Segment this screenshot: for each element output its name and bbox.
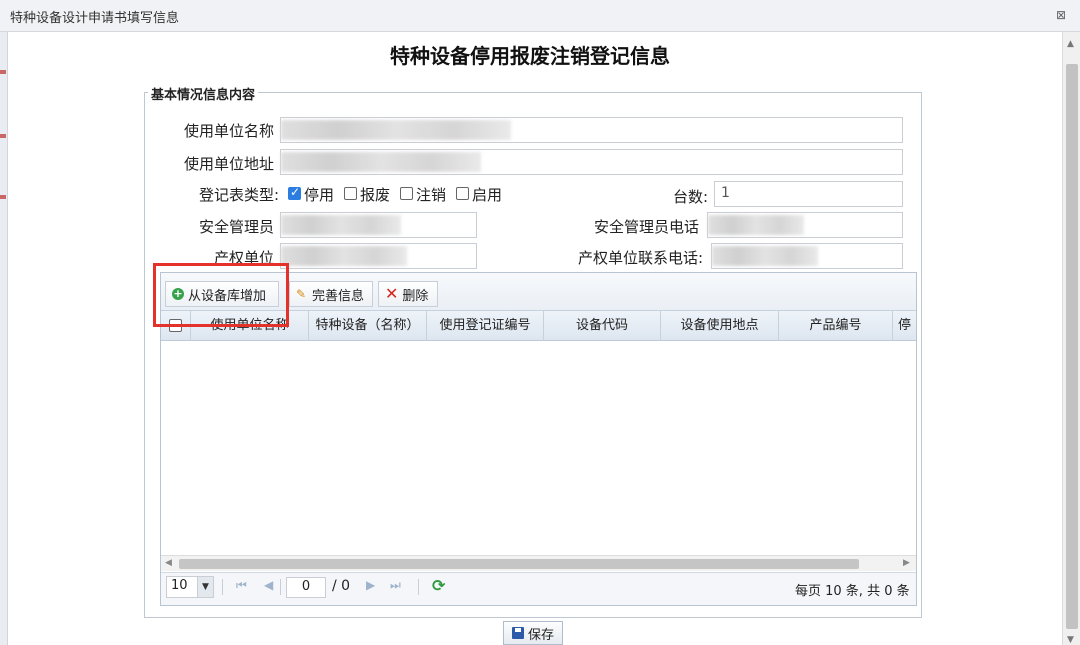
total-pages: / 0 xyxy=(332,578,351,594)
next-page-icon[interactable]: ▶ xyxy=(366,578,375,592)
unit-name-label: 使用单位名称 xyxy=(184,122,275,140)
reg-type-label: 登记表类型: xyxy=(199,186,280,204)
complete-info-button[interactable]: ✎ 完善信息 xyxy=(289,281,373,307)
reg-type-checkbox-2[interactable] xyxy=(400,187,413,200)
vertical-scrollbar-thumb[interactable] xyxy=(1066,64,1078,629)
property-unit-phone-input[interactable] xyxy=(711,243,903,269)
strip-marker xyxy=(0,195,6,199)
delete-label: 删除 xyxy=(402,288,429,304)
window-title-bar: 特种设备设计申请书填写信息 ⊠ xyxy=(0,0,1080,32)
redacted-value xyxy=(281,246,407,266)
complete-info-label: 完善信息 xyxy=(312,288,365,304)
pager-separator xyxy=(222,579,223,595)
pager-separator xyxy=(280,579,281,595)
highlight-annotation xyxy=(153,263,289,327)
column-header[interactable]: 产品编号 xyxy=(779,311,893,341)
pager-summary: 每页 10 条, 共 0 条 xyxy=(795,584,910,599)
horizontal-scrollbar[interactable]: ◀ ▶ xyxy=(161,555,916,571)
safety-manager-phone-input[interactable] xyxy=(707,212,903,238)
reg-type-label-3: 启用 xyxy=(472,186,503,204)
chevron-down-icon[interactable]: ▼ xyxy=(197,577,213,597)
strip-marker xyxy=(0,70,6,74)
floppy-disk-icon xyxy=(511,627,524,639)
property-unit-phone-label: 产权单位联系电话: xyxy=(578,249,704,267)
scroll-up-icon[interactable]: ▲ xyxy=(1067,40,1074,49)
strip-marker xyxy=(0,134,6,138)
page-title: 特种设备停用报废注销登记信息 xyxy=(390,44,670,68)
count-input[interactable]: 1 xyxy=(714,181,903,207)
reg-type-checkbox-3[interactable] xyxy=(456,187,469,200)
safety-manager-phone-label: 安全管理员电话 xyxy=(594,218,700,236)
section-legend: 基本情况信息内容 xyxy=(148,84,259,103)
safety-manager-label: 安全管理员 xyxy=(199,218,275,236)
save-label: 保存 xyxy=(527,627,554,643)
column-header[interactable]: 设备代码 xyxy=(544,311,661,341)
window-title: 特种设备设计申请书填写信息 xyxy=(10,11,180,26)
last-page-icon[interactable]: ⏭ xyxy=(390,578,401,593)
reg-type-label-2: 注销 xyxy=(416,186,447,204)
pager-separator xyxy=(418,579,419,595)
reg-type-label-0: 停用 xyxy=(304,186,335,204)
reg-type-checkbox-0[interactable] xyxy=(288,185,301,200)
delete-x-icon: ✕ xyxy=(385,284,399,303)
delete-button[interactable]: ✕ 删除 xyxy=(378,281,438,307)
redacted-value xyxy=(708,215,804,235)
current-page-input[interactable]: 0 xyxy=(286,577,326,598)
redacted-value xyxy=(712,246,818,266)
redacted-value xyxy=(281,215,401,235)
page-size-value: 10 xyxy=(171,578,188,593)
refresh-icon[interactable]: ⟳ xyxy=(432,576,445,595)
property-unit-input[interactable] xyxy=(280,243,477,269)
save-button[interactable]: 保存 xyxy=(503,621,563,645)
redacted-value xyxy=(281,120,511,140)
unit-address-input[interactable] xyxy=(280,149,903,175)
first-page-icon[interactable]: ⏮ xyxy=(236,578,247,593)
reg-type-checkbox-1[interactable] xyxy=(344,187,357,200)
prev-page-icon[interactable]: ◀ xyxy=(264,578,273,592)
close-icon[interactable]: ⊠ xyxy=(1054,8,1068,22)
pencil-icon: ✎ xyxy=(296,287,307,301)
page-size-select[interactable]: 10 ▼ xyxy=(166,576,214,598)
column-header[interactable]: 停 xyxy=(893,311,916,341)
column-header[interactable]: 使用登记证编号 xyxy=(427,311,544,341)
scroll-right-icon[interactable]: ▶ xyxy=(903,558,910,568)
count-label: 台数: xyxy=(673,188,709,206)
scroll-left-icon[interactable]: ◀ xyxy=(165,558,172,568)
background-window-strip xyxy=(0,32,8,645)
unit-name-input[interactable] xyxy=(280,117,903,143)
reg-type-label-1: 报废 xyxy=(360,186,391,204)
column-header[interactable]: 特种设备（名称） xyxy=(309,311,427,341)
redacted-value xyxy=(281,152,481,172)
horizontal-scrollbar-thumb[interactable] xyxy=(179,559,859,569)
column-header[interactable]: 设备使用地点 xyxy=(661,311,779,341)
unit-address-label: 使用单位地址 xyxy=(184,155,275,173)
vertical-scrollbar[interactable]: ▲ ▼ xyxy=(1062,32,1080,645)
safety-manager-input[interactable] xyxy=(280,212,477,238)
scroll-down-icon[interactable]: ▼ xyxy=(1067,636,1074,645)
